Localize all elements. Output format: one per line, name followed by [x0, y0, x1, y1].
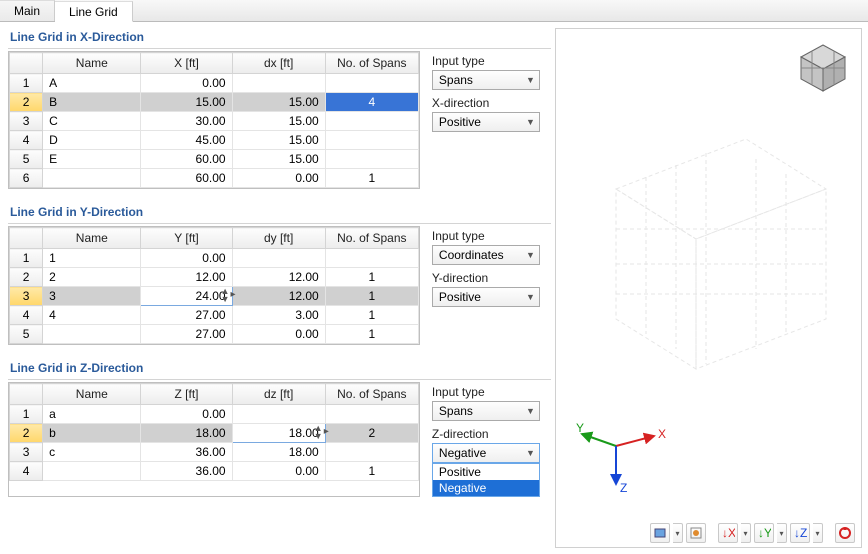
svg-text:X: X — [658, 427, 666, 441]
axis-y-menu[interactable]: ▾ — [777, 523, 787, 543]
chevron-down-icon: ▼ — [526, 292, 535, 302]
combo-option-positive[interactable]: Positive — [433, 464, 539, 480]
tab-main[interactable]: Main — [0, 0, 55, 21]
section-x-title: Line Grid in X-Direction — [8, 28, 551, 49]
table-row: 527.000.001 — [10, 325, 419, 344]
table-z: Name Z [ft] dz [ft] No. of Spans 1a0.00 … — [8, 382, 420, 497]
table-row: 436.000.001 — [10, 462, 419, 481]
svg-text:↓Z: ↓Z — [794, 526, 807, 540]
z-value-editor[interactable]: 18.00▲▼▸ — [232, 424, 325, 443]
svg-text:Z: Z — [620, 481, 627, 495]
table-row: 110.00 — [10, 249, 419, 268]
table-row: 4427.003.001 — [10, 306, 419, 325]
view-tool-1-menu[interactable]: ▾ — [673, 523, 683, 543]
section-z-title: Line Grid in Z-Direction — [8, 359, 551, 380]
axis-x-button[interactable]: ↓X — [718, 523, 738, 543]
view-tool-1-button[interactable] — [650, 523, 670, 543]
chevron-down-icon: ▼ — [526, 406, 535, 416]
col-spans: No. of Spans — [325, 53, 418, 74]
spinner-icon[interactable]: ▲▼ — [221, 287, 230, 303]
col-name: Name — [43, 53, 141, 74]
table-row: 2b18.00 18.00▲▼▸ 2 — [10, 424, 419, 443]
combo-y-direction[interactable]: Positive▼ — [432, 287, 540, 307]
table-row: 1a0.00 — [10, 405, 419, 424]
table-row: 2B15.0015.004 — [10, 93, 419, 112]
y-value-editor[interactable]: 24.00▲▼▸ — [141, 287, 232, 306]
table-row: 3c36.0018.00 — [10, 443, 419, 462]
axis-y-button[interactable]: ↓Y — [754, 523, 774, 543]
section-y-title: Line Grid in Y-Direction — [8, 203, 551, 224]
tab-bar: Main Line Grid — [0, 0, 868, 22]
reset-view-button[interactable] — [835, 523, 855, 543]
axis-gizmo-icon: X Y Z — [576, 416, 666, 499]
preview-grid-icon — [586, 109, 836, 392]
svg-text:↓Y: ↓Y — [758, 526, 771, 540]
preview-toolbar: ▾ ↓X ▾ ↓Y ▾ ↓Z ▾ — [650, 523, 855, 543]
dropdown-handle-icon[interactable]: ▸ — [324, 426, 329, 437]
axis-z-menu[interactable]: ▾ — [813, 523, 823, 543]
table-row: 2212.0012.001 — [10, 268, 419, 287]
table-y: Name Y [ft] dy [ft] No. of Spans 110.00 … — [8, 226, 420, 345]
spinner-icon[interactable]: ▲▼ — [314, 424, 323, 440]
chevron-down-icon: ▼ — [526, 250, 535, 260]
table-row: 33 24.00▲▼▸ 12.001 — [10, 287, 419, 306]
dropdown-handle-icon[interactable]: ▸ — [231, 289, 236, 300]
table-row: 1A0.00 — [10, 74, 419, 93]
col-x: X [ft] — [141, 53, 232, 74]
label-input-type: Input type — [432, 54, 551, 68]
combo-z-direction[interactable]: Negative▼ — [432, 443, 540, 463]
combo-y-input-type[interactable]: Coordinates▼ — [432, 245, 540, 265]
combo-z-input-type[interactable]: Spans▼ — [432, 401, 540, 421]
section-x: Line Grid in X-Direction Name X [ft] dx … — [8, 28, 551, 189]
axis-x-menu[interactable]: ▾ — [741, 523, 751, 543]
orientation-cube-icon[interactable] — [791, 37, 853, 102]
combo-z-direction-list: Positive Negative — [432, 463, 540, 497]
table-row: 4D45.0015.00 — [10, 131, 419, 150]
table-row: 5E60.0015.00 — [10, 150, 419, 169]
tab-line-grid[interactable]: Line Grid — [55, 1, 133, 22]
chevron-down-icon: ▼ — [526, 448, 535, 458]
table-row: 3C30.0015.00 — [10, 112, 419, 131]
preview-pane[interactable]: X Y Z ▾ ↓X ▾ ↓Y ▾ ↓Z ▾ — [555, 28, 862, 548]
section-z: Line Grid in Z-Direction Name Z [ft] dz … — [8, 359, 551, 497]
label-x-direction: X-direction — [432, 96, 551, 110]
col-dx: dx [ft] — [232, 53, 325, 74]
view-tool-2-button[interactable] — [686, 523, 706, 543]
table-x: Name X [ft] dx [ft] No. of Spans 1A0.00 … — [8, 51, 420, 189]
chevron-down-icon: ▼ — [526, 75, 535, 85]
svg-text:Y: Y — [576, 421, 584, 435]
table-row: 660.000.001 — [10, 169, 419, 188]
axis-z-button[interactable]: ↓Z — [790, 523, 810, 543]
svg-text:↓X: ↓X — [722, 526, 735, 540]
combo-x-input-type[interactable]: Spans▼ — [432, 70, 540, 90]
section-y: Line Grid in Y-Direction Name Y [ft] dy … — [8, 203, 551, 345]
chevron-down-icon: ▼ — [526, 117, 535, 127]
combo-x-direction[interactable]: Positive▼ — [432, 112, 540, 132]
combo-option-negative[interactable]: Negative — [433, 480, 539, 496]
